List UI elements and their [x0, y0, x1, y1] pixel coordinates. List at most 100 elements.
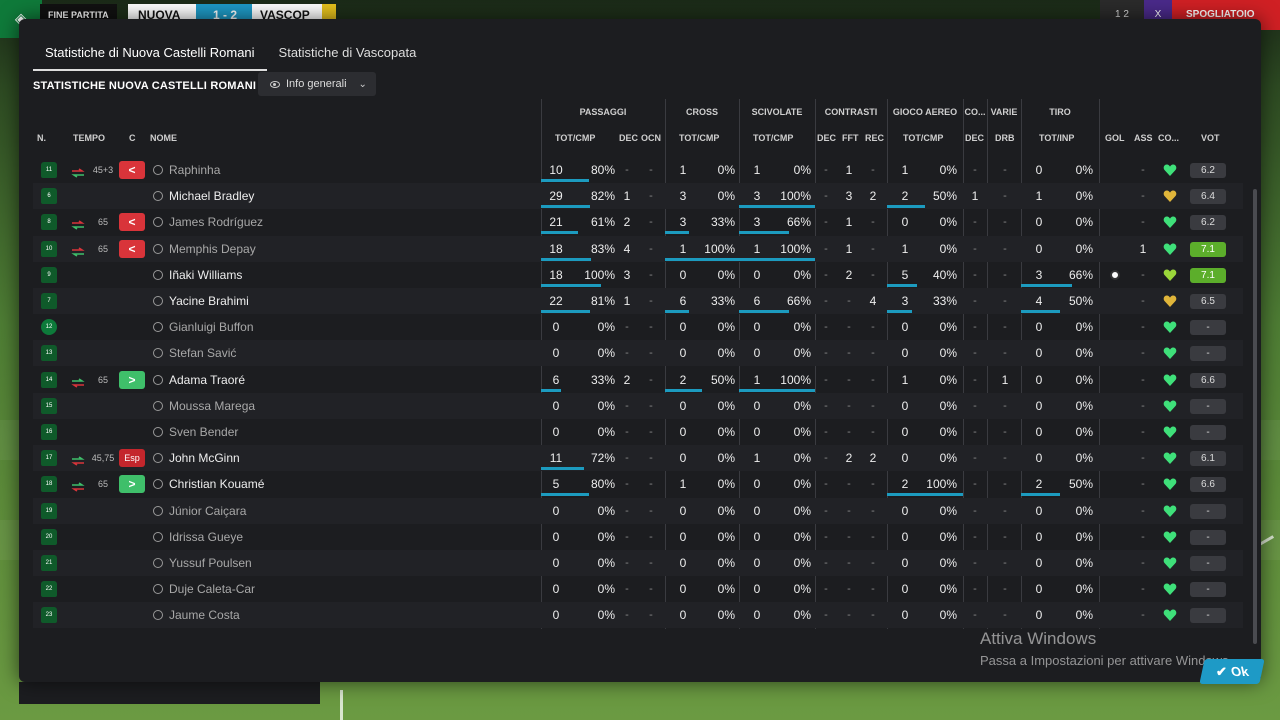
player-name[interactable]: Idrissa Gueye	[169, 524, 243, 550]
player-name[interactable]: Stefan Savić	[169, 340, 236, 366]
player-name[interactable]: Duje Caleta-Car	[169, 576, 255, 602]
dribbles: -	[1003, 609, 1007, 622]
table-row[interactable]: 15 Moussa Marega 0 0% - -0 0% 0 0% - - -0 0% - -0 0% - -	[33, 392, 1243, 419]
player-name[interactable]: Jaume Costa	[169, 602, 240, 628]
player-profile-icon[interactable]	[153, 558, 163, 568]
player-profile-icon[interactable]	[153, 505, 163, 516]
pass-decisive: -	[625, 399, 629, 412]
table-row[interactable]: 6 Michael Bradley 29 82% 1-3 0% 3 100% -3 2 2 50% 1-…	[33, 183, 1243, 210]
player-name[interactable]: Memphis Depay	[169, 236, 256, 262]
shirt-number-icon: 13	[41, 345, 57, 362]
col-header-drb[interactable]: DRB	[995, 133, 1015, 143]
table-row[interactable]: 21 Yussuf Poulsen 0 0% - -0 0% 0 0% - - -0 0% - -0 0% - -	[33, 550, 1243, 576]
sub-in-button[interactable]: >	[119, 370, 145, 389]
col-header-n[interactable]: N.	[37, 133, 46, 143]
pass-decisive: -	[625, 609, 629, 622]
player-name[interactable]: James Rodríguez	[169, 209, 263, 235]
sub-out-button[interactable]: <	[119, 239, 145, 258]
player-name[interactable]: Christian Kouamé	[169, 471, 264, 497]
table-row[interactable]: 22 Duje Caleta-Car 0 0% - -0 0% 0 0% - - -0 0% - -0 0% -…	[33, 576, 1243, 602]
player-name[interactable]: Yussuf Poulsen	[169, 550, 252, 576]
col-header-tiro-tot[interactable]: TOT/INP	[1039, 133, 1074, 143]
player-profile-icon[interactable]	[153, 165, 163, 175]
col-header-nome[interactable]: NOME	[150, 133, 177, 143]
col-header-ass[interactable]: ASS	[1134, 133, 1153, 143]
player-profile-icon[interactable]	[153, 217, 163, 228]
vertical-scrollbar[interactable]	[1253, 189, 1257, 644]
player-profile-icon[interactable]	[153, 191, 163, 202]
table-row[interactable]: 18 65 > Christian Kouamé 5 80% - -1 0% 0 0% - - -2 100…	[33, 471, 1243, 497]
col-header-vot[interactable]: VOT	[1201, 133, 1220, 143]
table-row[interactable]: 16 Sven Bender 0 0% - -0 0% 0 0% - - -0 0% - -0 0% - -	[33, 419, 1243, 445]
player-name[interactable]: Yacine Brahimi	[169, 288, 249, 314]
player-profile-icon[interactable]	[153, 427, 163, 437]
table-row[interactable]: 7 Yacine Brahimi 22 81% 1-6 33% 6 66% - -4 3 33% - -4…	[33, 288, 1243, 314]
co-dec: -	[973, 530, 977, 543]
table-row[interactable]: 23 Jaume Costa 0 0% - -0 0% 0 0% - - -0 0% - -0 0% - -	[33, 602, 1243, 629]
col-header-co[interactable]: CO...	[1158, 133, 1179, 143]
tab-home-stats[interactable]: Statistiche di Nuova Castelli Romani	[33, 39, 267, 71]
col-header-co-dec[interactable]: DEC	[965, 133, 984, 143]
col-header-pass-dec[interactable]: DEC	[619, 133, 638, 143]
player-profile-icon[interactable]	[153, 243, 163, 254]
player-profile-icon[interactable]	[153, 296, 163, 306]
table-row[interactable]: 14 65 > Adama Traoré 6 33% 2-2 50% 1 100% - - -1 0% -1…	[33, 367, 1243, 393]
player-profile-icon[interactable]	[153, 453, 163, 464]
col-header-con-fft[interactable]: FFT	[842, 133, 859, 143]
player-profile-icon[interactable]	[153, 348, 163, 359]
col-header-con-rec[interactable]: REC	[865, 133, 884, 143]
player-name[interactable]: Sven Bender	[169, 419, 238, 445]
table-row[interactable]: 9 Iñaki Williams 18 100% 3-0 0% 0 0% -2-5 40% - -3 6…	[33, 262, 1243, 288]
table-row[interactable]: 10 65 < Memphis Depay 18 83% 4-1 100% 1 100% -1-1 0…	[33, 235, 1243, 262]
duel-rec: -	[871, 216, 875, 229]
player-name[interactable]: Moussa Marega	[169, 393, 255, 419]
player-profile-icon[interactable]	[153, 584, 163, 595]
table-row[interactable]: 20 Idrissa Gueye 0 0% - -0 0% 0 0% - - -0 0% - -0 0% - -	[33, 524, 1243, 550]
col-header-sciv-tot[interactable]: TOT/CMP	[753, 133, 793, 143]
player-name[interactable]: Adama Traoré	[169, 367, 245, 393]
table-row[interactable]: 12 Gianluigi Buffon 0 0% - -0 0% 0 0% - - -0 0% - -0 0%…	[33, 314, 1243, 340]
tackle-completion-bar	[739, 493, 815, 496]
player-profile-icon[interactable]	[153, 322, 163, 333]
col-header-cross-tot[interactable]: TOT/CMP	[679, 133, 719, 143]
table-row[interactable]: 8 65 < James Rodríguez 21 61% 2-3 33% 3 66% -1-0 0%…	[33, 209, 1243, 235]
col-header-c[interactable]: C	[129, 133, 136, 143]
player-name[interactable]: Raphinha	[169, 157, 220, 183]
table-row[interactable]: 17 45,75 Esp John McGinn 11 72% - -0 0% 1 0% -2 2 0 0%…	[33, 445, 1243, 472]
col-header-con-dec[interactable]: DEC	[817, 133, 836, 143]
sent-off-badge[interactable]: Esp	[119, 449, 145, 468]
view-dropdown[interactable]: Info generali ⌄	[258, 72, 376, 96]
col-header-aereo-tot[interactable]: TOT/CMP	[903, 133, 943, 143]
shirt-number-icon: 20	[41, 528, 57, 545]
goal-ball-icon	[1110, 269, 1120, 280]
col-header-tempo[interactable]: TEMPO	[73, 133, 105, 143]
table-row[interactable]: 13 Stefan Savić 0 0% - -0 0% 0 0% - - -0 0% - -0 0% - -	[33, 340, 1243, 367]
co-dec: -	[973, 583, 977, 596]
player-name[interactable]: Júnior Caiçara	[169, 498, 246, 524]
table-row[interactable]: 19 Júnior Caiçara 0 0% - -0 0% 0 0% - - -0 0% - -0 0% - -	[33, 497, 1243, 524]
pass-completion-bar	[541, 257, 601, 261]
sub-in-button[interactable]: >	[119, 475, 145, 494]
player-profile-icon[interactable]	[153, 479, 163, 490]
col-header-pass-tot[interactable]: TOT/CMP	[555, 133, 595, 143]
ok-button[interactable]: ✔ Ok	[1199, 659, 1265, 684]
tab-away-stats[interactable]: Statistiche di Vascopata	[267, 39, 429, 71]
sub-out-button[interactable]: <	[119, 213, 145, 232]
col-header-gol[interactable]: GOL	[1105, 133, 1125, 143]
player-name[interactable]: Michael Bradley	[169, 183, 254, 209]
table-row[interactable]: 11 45+3 < Raphinha 10 80% - -1 0% 1 0% -1-1 0% - -0 0% -…	[33, 157, 1243, 183]
cross-completion-bar	[665, 572, 739, 575]
player-name[interactable]: John McGinn	[169, 445, 240, 471]
player-profile-icon[interactable]	[153, 400, 163, 411]
col-header-pass-ocn[interactable]: OCN	[641, 133, 661, 143]
player-profile-icon[interactable]	[153, 269, 163, 280]
player-profile-icon[interactable]	[153, 531, 163, 542]
player-profile-icon[interactable]	[153, 610, 163, 621]
sub-out-button[interactable]: <	[119, 161, 145, 179]
player-profile-icon[interactable]	[153, 374, 163, 385]
condition-heart-icon	[1163, 504, 1177, 518]
player-name[interactable]: Gianluigi Buffon	[169, 314, 254, 340]
player-name[interactable]: Iñaki Williams	[169, 262, 242, 288]
player-rating: 6.2	[1190, 163, 1226, 178]
sub-time	[91, 602, 115, 628]
